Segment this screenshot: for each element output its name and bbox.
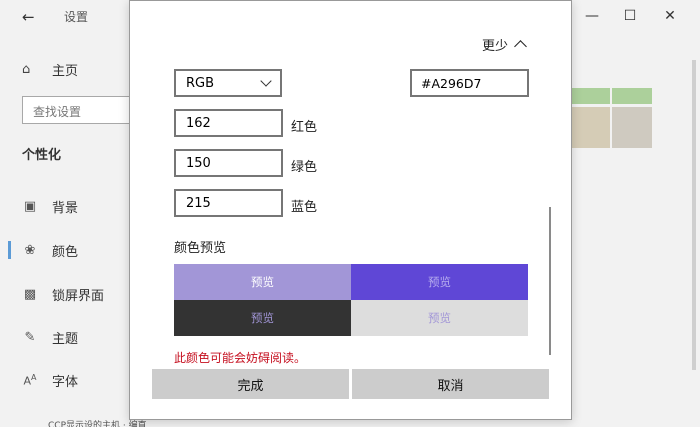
nav-home[interactable]: ⌂ 主页: [22, 60, 79, 79]
theme-icon: ✎: [24, 329, 36, 345]
preview-accent: 预览: [351, 264, 528, 300]
red-value: 162: [186, 116, 211, 131]
color-mode-select[interactable]: RGB: [174, 69, 282, 97]
chevron-down-icon: [260, 75, 272, 87]
blue-input[interactable]: 215: [174, 189, 283, 217]
green-input[interactable]: 150: [174, 149, 283, 177]
red-input[interactable]: 162: [174, 109, 283, 137]
color-mode-value: RGB: [186, 76, 215, 91]
hex-value: #A296D7: [421, 76, 482, 91]
sidebar-item-label: 锁屏界面: [52, 288, 105, 304]
search-input[interactable]: 查找设置: [22, 96, 130, 124]
preview-dark: 预览: [174, 300, 351, 336]
readability-warning: 此颜色可能会妨碍阅读。: [174, 351, 307, 365]
sidebar-item-label: 主题: [52, 331, 79, 347]
custom-color-dialog: 更少 RGB #A296D7 162 红色 150 绿色 215 蓝色 颜色预览…: [129, 0, 572, 420]
section-title: 个性化: [22, 148, 62, 163]
font-icon: AA: [23, 372, 37, 388]
sidebar-item-themes[interactable]: ✎ 主题: [22, 327, 78, 347]
sidebar-item-label: 字体: [52, 374, 79, 390]
done-button[interactable]: 完成: [152, 369, 349, 399]
green-label: 绿色: [291, 160, 318, 175]
window-scrollbar[interactable]: [692, 60, 696, 370]
red-label: 红色: [291, 120, 318, 135]
settings-sidebar: ← 设置 ⌂ 主页 查找设置 个性化 ▣ 背景 ❀ 颜色 ▩ 锁屏界面 ✎ 主题…: [0, 0, 130, 427]
sidebar-item-colors[interactable]: ❀ 颜色: [7, 240, 79, 260]
color-swatch[interactable]: [612, 88, 652, 104]
cancel-button[interactable]: 取消: [352, 369, 549, 399]
window-title: 设置: [64, 10, 89, 24]
hex-input[interactable]: #A296D7: [410, 69, 529, 97]
maximize-icon[interactable]: ☐: [620, 6, 640, 26]
picture-icon: ▣: [23, 198, 37, 214]
preview-light: 预览: [351, 300, 528, 336]
dialog-scrollbar[interactable]: [549, 207, 551, 355]
settings-content-right: [572, 36, 700, 427]
sidebar-item-label: 背景: [52, 200, 79, 216]
blue-value: 215: [186, 196, 211, 211]
palette-icon: ❀: [24, 242, 36, 258]
color-swatch[interactable]: [572, 88, 610, 104]
color-swatch[interactable]: [612, 107, 652, 148]
green-value: 150: [186, 156, 211, 171]
minimize-icon[interactable]: —: [582, 6, 602, 26]
lockscreen-icon: ▩: [23, 286, 37, 302]
less-label: 更少: [482, 39, 509, 54]
preview-chosen-white: 预览: [174, 264, 351, 300]
preview-title: 颜色预览: [174, 241, 227, 256]
color-swatch[interactable]: [572, 107, 610, 148]
blue-label: 蓝色: [291, 200, 318, 215]
back-arrow-icon[interactable]: ←: [22, 8, 40, 26]
less-toggle[interactable]: 更少: [482, 35, 527, 54]
chevron-up-icon: [514, 40, 527, 53]
sidebar-item-label: 颜色: [52, 244, 79, 260]
sidebar-item-lockscreen[interactable]: ▩ 锁屏界面: [22, 284, 104, 304]
close-icon[interactable]: ✕: [660, 6, 680, 26]
sidebar-item-background[interactable]: ▣ 背景: [22, 196, 78, 216]
nav-home-label: 主页: [52, 63, 79, 79]
home-icon: ⌂: [22, 61, 31, 77]
sidebar-item-fonts[interactable]: AA 字体: [22, 370, 78, 390]
search-placeholder: 查找设置: [33, 105, 82, 119]
